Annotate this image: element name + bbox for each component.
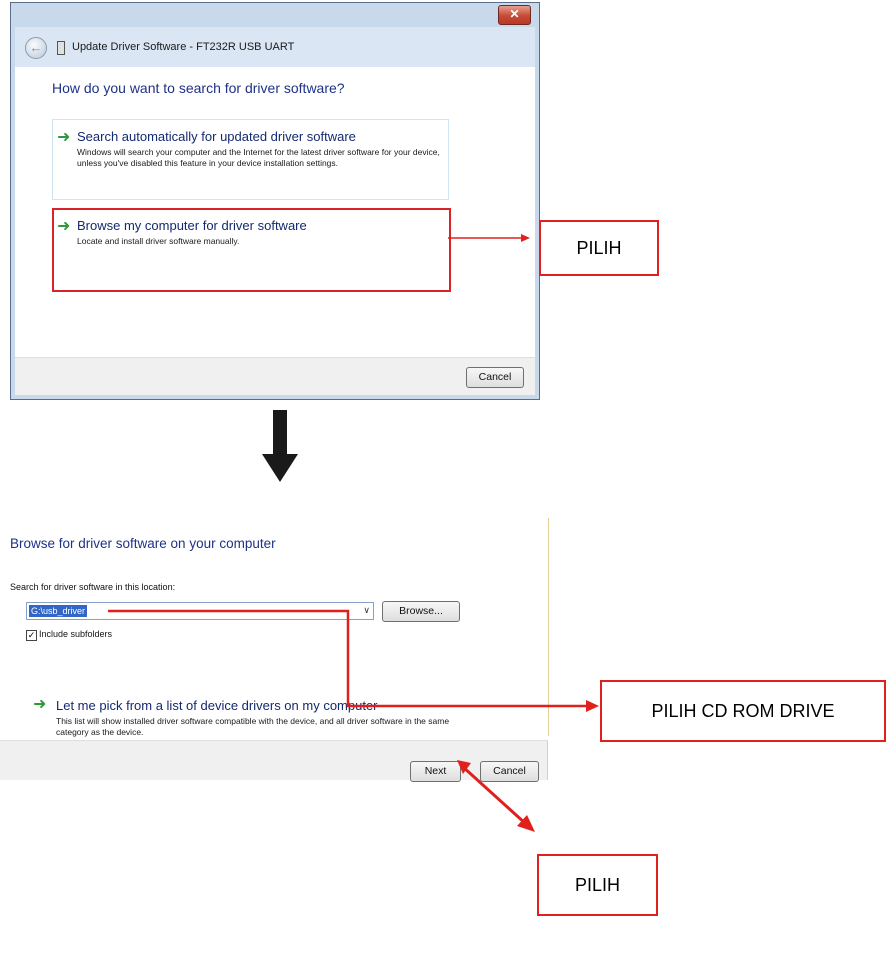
search-automatically-option[interactable]: ➜ Search automatically for updated drive… xyxy=(52,119,449,200)
location-input[interactable]: G:\usb_driver ∨ xyxy=(26,602,374,620)
dialog-content: Browse for driver software on your compu… xyxy=(0,518,549,737)
dialog-content: How do you want to search for driver sof… xyxy=(15,67,535,357)
include-subfolders-checkbox[interactable]: ✓ xyxy=(26,630,37,641)
browse-computer-option[interactable]: ➜ Browse my computer for driver software… xyxy=(52,208,451,292)
page-heading: How do you want to search for driver sof… xyxy=(52,80,345,96)
cancel-button[interactable]: Cancel xyxy=(466,367,524,388)
green-arrow-icon: ➜ xyxy=(33,696,47,713)
location-label: Search for driver software in this locat… xyxy=(10,582,176,592)
page-heading: Browse for driver software on your compu… xyxy=(10,536,276,551)
dialog-footer: Next Cancel xyxy=(0,740,548,782)
option-description: Locate and install driver software manua… xyxy=(77,236,240,246)
browse-button[interactable]: Browse... xyxy=(382,601,460,622)
option-description: This list will show installed driver sof… xyxy=(56,716,450,737)
option-title: Browse my computer for driver software xyxy=(77,218,307,233)
down-arrow-icon xyxy=(262,410,298,482)
pick-from-list-option[interactable]: Let me pick from a list of device driver… xyxy=(56,698,378,713)
green-arrow-icon: ➜ xyxy=(57,218,71,235)
include-subfolders-label: Include subfolders xyxy=(39,629,113,639)
close-button[interactable]: ✕ xyxy=(498,5,531,25)
cancel-button[interactable]: Cancel xyxy=(480,761,539,782)
option-description: Windows will search your computer and th… xyxy=(77,147,440,168)
pilih-callout-browse: PILIH xyxy=(539,220,659,276)
arrowhead xyxy=(586,700,599,712)
green-arrow-icon: ➜ xyxy=(57,129,71,146)
next-button[interactable]: Next xyxy=(410,761,461,782)
dialog-header: ← Update Driver Software - FT232R USB UA… xyxy=(15,27,535,69)
arrowhead xyxy=(517,815,535,832)
pilih-callout-next: PILIH xyxy=(537,854,658,916)
dialog-footer: Cancel xyxy=(15,357,535,395)
chevron-down-icon[interactable]: ∨ xyxy=(363,605,370,616)
pilih-callout-cdrom: PILIH CD ROM DRIVE xyxy=(600,680,886,742)
browse-driver-dialog: Browse for driver software on your compu… xyxy=(0,518,551,782)
dialog-titlebar: ✕ xyxy=(11,3,539,27)
back-arrow-icon[interactable]: ← xyxy=(25,37,47,59)
update-driver-dialog: ✕ ← Update Driver Software - FT232R USB … xyxy=(10,2,540,400)
usb-device-icon xyxy=(57,41,65,55)
option-title: Search automatically for updated driver … xyxy=(77,129,356,144)
location-value: G:\usb_driver xyxy=(29,605,88,617)
dialog-title: Update Driver Software - FT232R USB UART xyxy=(72,41,295,53)
